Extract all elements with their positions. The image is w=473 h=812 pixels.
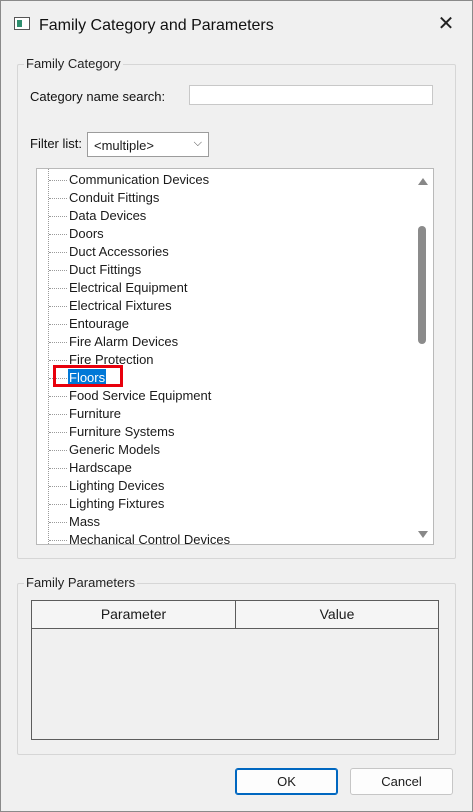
parameters-table: Parameter Value [31,600,439,740]
parameters-table-header: Parameter Value [32,601,438,629]
tree-branch-line [49,198,67,199]
tree-item-label: Food Service Equipment [69,388,212,403]
family-parameters-label: Family Parameters [24,575,138,590]
tree-item-label: Conduit Fittings [69,190,160,205]
tree-branch-line [49,324,67,325]
tree-branch-line [49,180,67,181]
tree-item-label: Lighting Devices [69,478,165,493]
tree-item-label: Mechanical Control Devices [69,532,231,545]
tree-branch-line [49,540,67,541]
tree-item[interactable]: Furniture [37,405,417,423]
tree-branch-line [49,504,67,505]
tree-item-label: Furniture Systems [69,424,175,439]
tree-branch-line [49,252,67,253]
family-window-icon [14,17,30,30]
family-category-label: Family Category [24,56,123,71]
tree-branch-line [49,306,67,307]
tree-item-label: Generic Models [69,442,161,457]
tree-branch-line [49,234,67,235]
ok-button[interactable]: OK [235,768,338,795]
tree-item[interactable]: Communication Devices [37,171,417,189]
tree-branch-line [49,396,67,397]
tree-branch-line [49,216,67,217]
tree-item[interactable]: Generic Models [37,441,417,459]
scroll-thumb[interactable] [418,226,426,344]
filter-list-value: <multiple> [94,138,154,153]
tree-item[interactable]: Duct Accessories [37,243,417,261]
tree-branch-line [49,432,67,433]
tree-item[interactable]: Electrical Equipment [37,279,417,297]
scroll-down-arrow-icon[interactable] [418,531,428,538]
tree-item[interactable]: Data Devices [37,207,417,225]
family-category-dialog: Family Category and Parameters ✕ Family … [0,0,473,812]
tree-item[interactable]: Lighting Fixtures [37,495,417,513]
tree-item[interactable]: Furniture Systems [37,423,417,441]
tree-item-label: Hardscape [69,460,132,475]
tree-branch-line [49,414,67,415]
tree-branch-line [49,288,67,289]
tree-item[interactable]: Hardscape [37,459,417,477]
category-search-input[interactable] [189,85,433,105]
tree-branch-line [49,360,67,361]
tree-item[interactable]: Entourage [37,315,417,333]
tree-branch-line [49,486,67,487]
title-bar: Family Category and Parameters ✕ [1,1,472,43]
tree-item[interactable]: Electrical Fixtures [37,297,417,315]
category-search-label: Category name search: [30,89,166,104]
tree-item-label: Duct Accessories [69,244,169,259]
tree-item[interactable]: Duct Fittings [37,261,417,279]
selection-highlight-box [53,365,123,387]
tree-branch-line [49,270,67,271]
tree-branch-line [49,450,67,451]
tree-branch-line [49,468,67,469]
tree-item-label: Mass [69,514,101,529]
tree-branch-line [49,342,67,343]
tree-item[interactable]: Mechanical Control Devices [37,531,417,545]
column-header-parameter[interactable]: Parameter [32,601,236,628]
tree-item-label: Duct Fittings [69,262,142,277]
tree-item-label: Entourage [69,316,129,331]
window-title: Family Category and Parameters [39,17,274,34]
category-tree[interactable]: Communication Devices Conduit Fittings Dat… [36,168,434,545]
tree-item-label: Electrical Fixtures [69,298,172,313]
tree-branch-line [49,522,67,523]
tree-scrollbar[interactable] [415,169,433,544]
tree-item[interactable]: Fire Alarm Devices [37,333,417,351]
tree-item-label: Fire Alarm Devices [69,334,179,349]
tree-item[interactable]: Mass [37,513,417,531]
scroll-up-arrow-icon[interactable] [418,178,428,185]
tree-item-label: Furniture [69,406,122,421]
close-icon[interactable]: ✕ [434,12,458,36]
chevron-down-icon: ⌵ [193,137,202,149]
tree-item[interactable]: Lighting Devices [37,477,417,495]
tree-item-label: Lighting Fixtures [69,496,165,511]
tree-item[interactable]: Conduit Fittings [37,189,417,207]
tree-item[interactable]: Food Service Equipment [37,387,417,405]
tree-item-label: Electrical Equipment [69,280,188,295]
column-header-value[interactable]: Value [236,601,438,628]
tree-item[interactable]: Doors [37,225,417,243]
tree-item-label: Doors [69,226,104,241]
tree-item-label: Data Devices [69,208,147,223]
tree-item-label: Communication Devices [69,172,210,187]
cancel-button[interactable]: Cancel [350,768,453,795]
filter-list-label: Filter list: [30,136,82,151]
filter-list-dropdown[interactable]: <multiple> ⌵ [87,132,209,157]
